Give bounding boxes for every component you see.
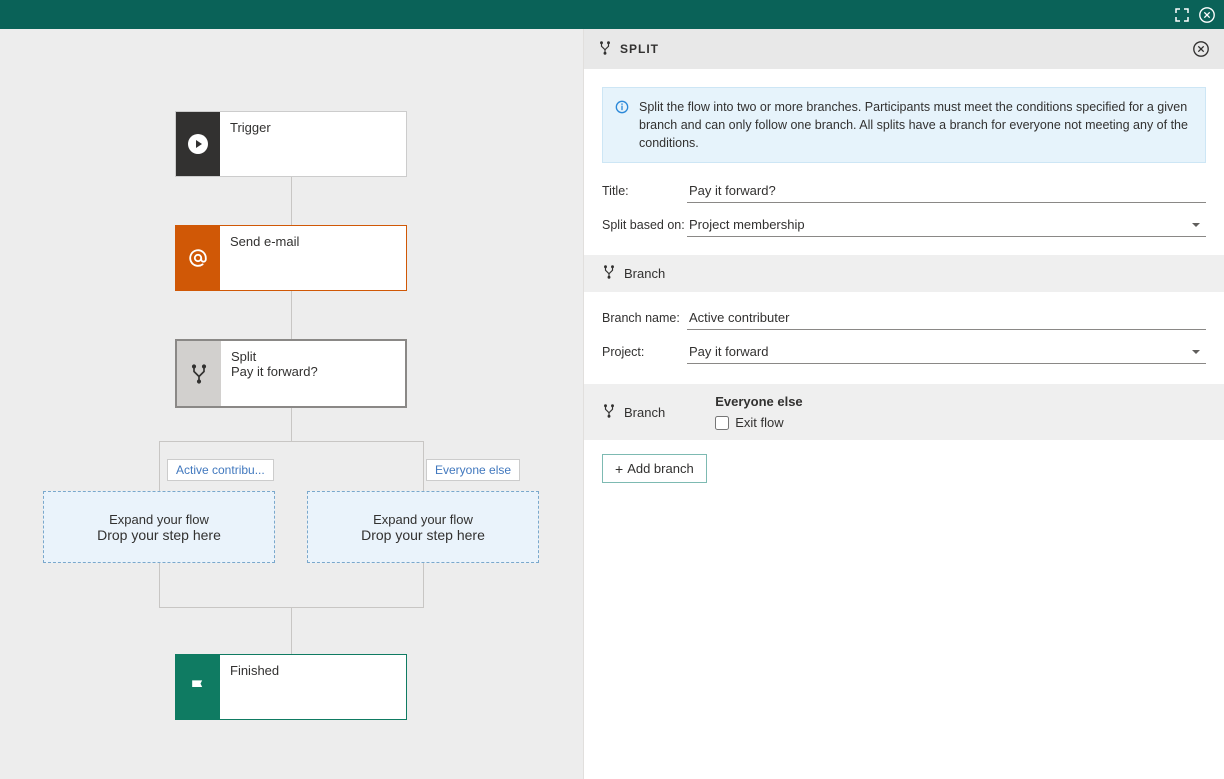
top-bar: [0, 0, 1224, 29]
add-branch-button[interactable]: + Add branch: [602, 454, 707, 483]
flow-node-finished[interactable]: Finished: [175, 654, 407, 720]
split-based-label: Split based on:: [602, 218, 687, 232]
branch-section-header: Branch: [584, 255, 1224, 292]
node-title: Trigger: [230, 120, 396, 135]
flag-icon: [176, 655, 220, 719]
connector: [159, 441, 160, 491]
node-subtitle: Pay it forward?: [231, 364, 395, 379]
branch-heading: Branch: [624, 266, 665, 281]
drop-sub: Drop your step here: [44, 527, 274, 543]
drop-sub: Drop your step here: [308, 527, 538, 543]
close-icon[interactable]: [1198, 6, 1216, 24]
exit-flow-checkbox[interactable]: [715, 416, 729, 430]
split-icon: [598, 41, 612, 58]
connector: [159, 563, 160, 607]
branch-name-label: Branch name:: [602, 311, 687, 325]
flow-canvas[interactable]: Trigger Send e-mail Split Pay it forward…: [0, 29, 583, 779]
connector: [423, 441, 424, 491]
project-select[interactable]: Pay it forward: [687, 340, 1206, 364]
panel-title: SPLIT: [620, 42, 659, 56]
node-title: Finished: [230, 663, 396, 678]
everyone-branch-label: Branch: [624, 405, 665, 420]
flow-node-trigger[interactable]: Trigger: [175, 111, 407, 177]
split-icon: [602, 404, 616, 421]
branch-tag-right[interactable]: Everyone else: [426, 459, 520, 481]
fullscreen-icon[interactable]: [1174, 7, 1190, 23]
connector: [159, 441, 424, 442]
connector: [423, 563, 424, 607]
title-label: Title:: [602, 184, 687, 198]
split-based-select[interactable]: Project membership: [687, 213, 1206, 237]
connector: [291, 291, 292, 340]
title-input[interactable]: [687, 179, 1206, 203]
everyone-else-section: Branch Everyone else Exit flow: [584, 384, 1224, 440]
info-banner: Split the flow into two or more branches…: [602, 87, 1206, 163]
exit-flow-row[interactable]: Exit flow: [715, 415, 802, 430]
at-icon: [176, 226, 220, 290]
panel-header: SPLIT: [584, 29, 1224, 69]
add-branch-label: Add branch: [627, 461, 694, 476]
info-text: Split the flow into two or more branches…: [639, 98, 1193, 152]
split-icon: [177, 341, 221, 406]
drop-heading: Expand your flow: [44, 512, 274, 527]
plus-icon: +: [615, 462, 623, 476]
exit-flow-label: Exit flow: [735, 415, 783, 430]
play-icon: [176, 112, 220, 176]
connector: [291, 607, 292, 654]
node-title: Split: [231, 349, 395, 364]
drop-zone-right[interactable]: Expand your flow Drop your step here: [307, 491, 539, 563]
project-label: Project:: [602, 345, 687, 359]
close-panel-icon[interactable]: [1192, 40, 1210, 58]
split-icon: [602, 265, 616, 282]
flow-node-split[interactable]: Split Pay it forward?: [175, 339, 407, 408]
node-title: Send e-mail: [230, 234, 396, 249]
branch-tag-left[interactable]: Active contribu...: [167, 459, 274, 481]
flow-node-email[interactable]: Send e-mail: [175, 225, 407, 291]
info-icon: [615, 98, 629, 152]
drop-heading: Expand your flow: [308, 512, 538, 527]
properties-panel: SPLIT Split the flow into two or more br…: [583, 29, 1224, 779]
connector: [291, 177, 292, 226]
branch-name-input[interactable]: [687, 306, 1206, 330]
connector: [291, 408, 292, 441]
everyone-else-label: Everyone else: [715, 394, 802, 409]
drop-zone-left[interactable]: Expand your flow Drop your step here: [43, 491, 275, 563]
